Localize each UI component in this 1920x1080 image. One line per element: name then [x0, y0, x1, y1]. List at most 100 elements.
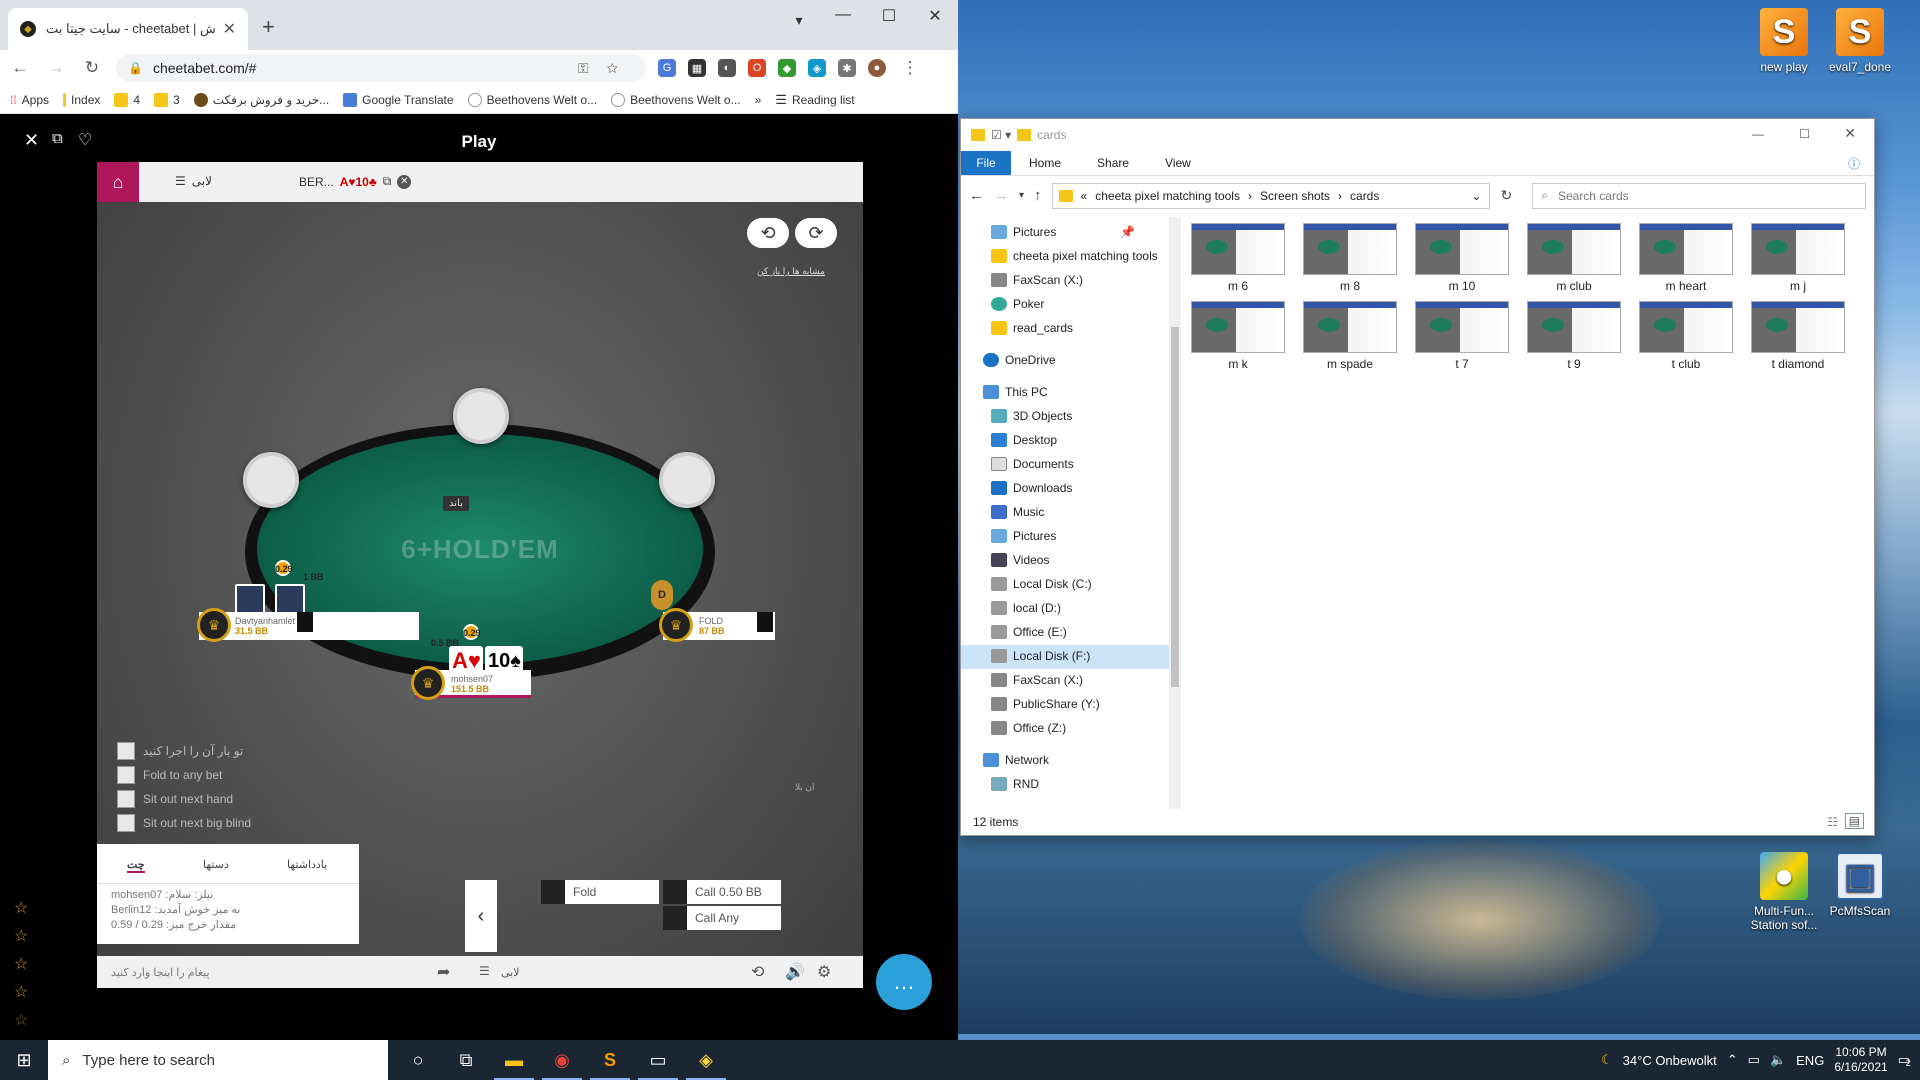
chrome-menu-icon[interactable]: ⋮: [898, 58, 922, 78]
bookmark-translate[interactable]: Google Translate: [343, 92, 454, 107]
rotate-right-button[interactable]: ⟳: [795, 218, 837, 248]
file-item[interactable]: m spade: [1303, 301, 1397, 371]
empty-seat[interactable]: [659, 452, 715, 508]
translate-ext-icon[interactable]: G: [658, 59, 676, 77]
checkbox[interactable]: [117, 766, 135, 784]
file-item[interactable]: m 6: [1191, 223, 1285, 293]
omnibox-icons[interactable]: ⚿☆: [578, 60, 636, 77]
settings-gear-icon[interactable]: ⚙: [817, 962, 831, 982]
close-window-button[interactable]: ✕: [912, 6, 958, 26]
nav-item[interactable]: FaxScan (X:): [991, 673, 1083, 687]
chat-tab[interactable]: چت: [127, 858, 145, 873]
opera-ext-icon[interactable]: O: [748, 59, 766, 77]
bookmark-index[interactable]: Index: [63, 92, 100, 107]
notifications-icon[interactable]: ▭ 2: [1898, 1052, 1911, 1068]
tab-close-icon[interactable]: ✕: [223, 19, 236, 39]
call-any-button[interactable]: Call Any: [663, 906, 781, 930]
nav-item[interactable]: FaxScan (X:): [991, 273, 1083, 287]
star-icon[interactable]: ☆: [14, 898, 28, 918]
option-fold-any[interactable]: Fold to any bet: [117, 766, 222, 784]
taskbar-search[interactable]: ⌕ Type here to search: [48, 1040, 388, 1080]
close-table-icon[interactable]: ✕: [397, 174, 412, 189]
call-button[interactable]: Call 0.50 BB: [663, 880, 781, 904]
lobby-list-icon[interactable]: ☰: [479, 964, 490, 978]
note-icon[interactable]: [757, 612, 773, 632]
up-icon[interactable]: ↑: [1034, 187, 1042, 204]
nav-scrollbar[interactable]: [1169, 217, 1181, 809]
cortana-icon[interactable]: ○: [394, 1040, 442, 1080]
option-run-it-twice[interactable]: تو بار آن را اجرا کنید: [117, 742, 243, 760]
bookmark-beethoven-2[interactable]: Beethovens Welt o...: [611, 92, 741, 107]
home-icon[interactable]: ⌂: [97, 162, 139, 202]
desktop-icon-eval7-done[interactable]: Seval7_done: [1820, 8, 1900, 74]
large-icons-view-icon[interactable]: ▤: [1844, 813, 1864, 829]
sublime-taskbar-icon[interactable]: S: [586, 1040, 634, 1080]
file-item[interactable]: t 9: [1527, 301, 1621, 371]
ext-icon[interactable]: ◆: [778, 59, 796, 77]
file-item[interactable]: m 10: [1415, 223, 1509, 293]
bookmark-folder-4[interactable]: 4: [114, 92, 140, 107]
bookmarks-overflow[interactable]: »: [755, 93, 762, 107]
recent-dropdown-icon[interactable]: ▾: [1019, 190, 1024, 201]
nav-item[interactable]: Pictures: [991, 529, 1056, 543]
file-item[interactable]: m k: [1191, 301, 1285, 371]
open-similar-link[interactable]: مشابه ها را باز کن: [757, 266, 825, 277]
nav-item[interactable]: Poker: [991, 297, 1044, 311]
nav-item[interactable]: Downloads: [991, 481, 1072, 495]
terminal-taskbar-icon[interactable]: ▭: [634, 1040, 682, 1080]
desktop-icon-new-play[interactable]: Snew play: [1744, 8, 1824, 74]
minimize-button[interactable]: —: [1752, 127, 1764, 141]
forward-icon[interactable]: →: [44, 58, 68, 78]
back-icon[interactable]: ←: [969, 187, 984, 204]
popout-small-icon[interactable]: ⧉: [383, 174, 392, 189]
nav-item[interactable]: OneDrive: [983, 353, 1056, 367]
tab-lobby[interactable]: ☰ لابی: [175, 174, 212, 188]
bookmark-beethoven-1[interactable]: Beethovens Welt o...: [467, 92, 597, 107]
search-box[interactable]: ⌕ Search cards: [1532, 182, 1866, 209]
address-path[interactable]: « cheeta pixel matching tools › Screen sh…: [1051, 182, 1491, 209]
ext-icon[interactable]: ▦: [688, 59, 706, 77]
new-tab-button[interactable]: +: [262, 14, 275, 40]
path-dropdown-icon[interactable]: ⌄: [1471, 189, 1481, 203]
profile-avatar[interactable]: ●: [868, 59, 886, 77]
python-taskbar-icon[interactable]: ◈: [682, 1040, 730, 1080]
ribbon-share[interactable]: Share: [1079, 156, 1147, 170]
nav-item[interactable]: Documents: [991, 457, 1074, 471]
network-icon[interactable]: ▭: [1748, 1052, 1760, 1068]
ext-icon[interactable]: ◈: [808, 59, 826, 77]
rotate-left-button[interactable]: ⟲: [747, 218, 789, 248]
file-item[interactable]: m 8: [1303, 223, 1397, 293]
path-segment[interactable]: cards: [1350, 189, 1379, 203]
nav-item[interactable]: Network: [983, 753, 1049, 767]
scrollbar-thumb[interactable]: [1171, 327, 1179, 687]
language-indicator[interactable]: ENG: [1796, 1053, 1824, 1068]
pin-icon[interactable]: 📌: [1120, 225, 1135, 239]
nav-item[interactable]: local (D:): [991, 601, 1061, 615]
nav-item[interactable]: PublicShare (Y:): [991, 697, 1100, 711]
ribbon-view[interactable]: View: [1147, 156, 1209, 170]
file-item[interactable]: t 7: [1415, 301, 1509, 371]
chat-bubble-icon[interactable]: …: [876, 954, 932, 1010]
file-item[interactable]: m heart: [1639, 223, 1733, 293]
empty-seat[interactable]: [453, 388, 509, 444]
tray-chevron-icon[interactable]: ⌃: [1727, 1052, 1738, 1068]
path-segment[interactable]: cheeta pixel matching tools: [1095, 189, 1240, 203]
checkbox[interactable]: [117, 814, 135, 832]
collapse-arrow-icon[interactable]: ‹: [465, 880, 497, 952]
refresh-icon[interactable]: ↻: [1500, 187, 1512, 204]
chrome-taskbar-icon[interactable]: ◉: [538, 1040, 586, 1080]
file-item[interactable]: m club: [1527, 223, 1621, 293]
close-button[interactable]: ✕: [1844, 125, 1856, 142]
clock[interactable]: 10:06 PM 6/16/2021: [1834, 1045, 1887, 1075]
bookmark-perfect[interactable]: خرید و فروش برفکت...: [193, 92, 329, 107]
file-explorer-taskbar-icon[interactable]: ▬: [490, 1040, 538, 1080]
nav-item[interactable]: 3D Objects: [991, 409, 1072, 423]
nav-item[interactable]: read_cards: [991, 321, 1073, 335]
option-sit-out-hand[interactable]: Sit out next hand: [117, 790, 233, 808]
notes-tab[interactable]: یادداشتها: [287, 858, 327, 871]
bookmark-apps[interactable]: ⁞⁞ Apps: [10, 93, 49, 107]
nav-item-selected[interactable]: Local Disk (F:): [991, 649, 1090, 663]
empty-seat[interactable]: [243, 452, 299, 508]
task-view-icon[interactable]: ⧉: [442, 1040, 490, 1080]
nav-item[interactable]: Office (Z:): [991, 721, 1066, 735]
